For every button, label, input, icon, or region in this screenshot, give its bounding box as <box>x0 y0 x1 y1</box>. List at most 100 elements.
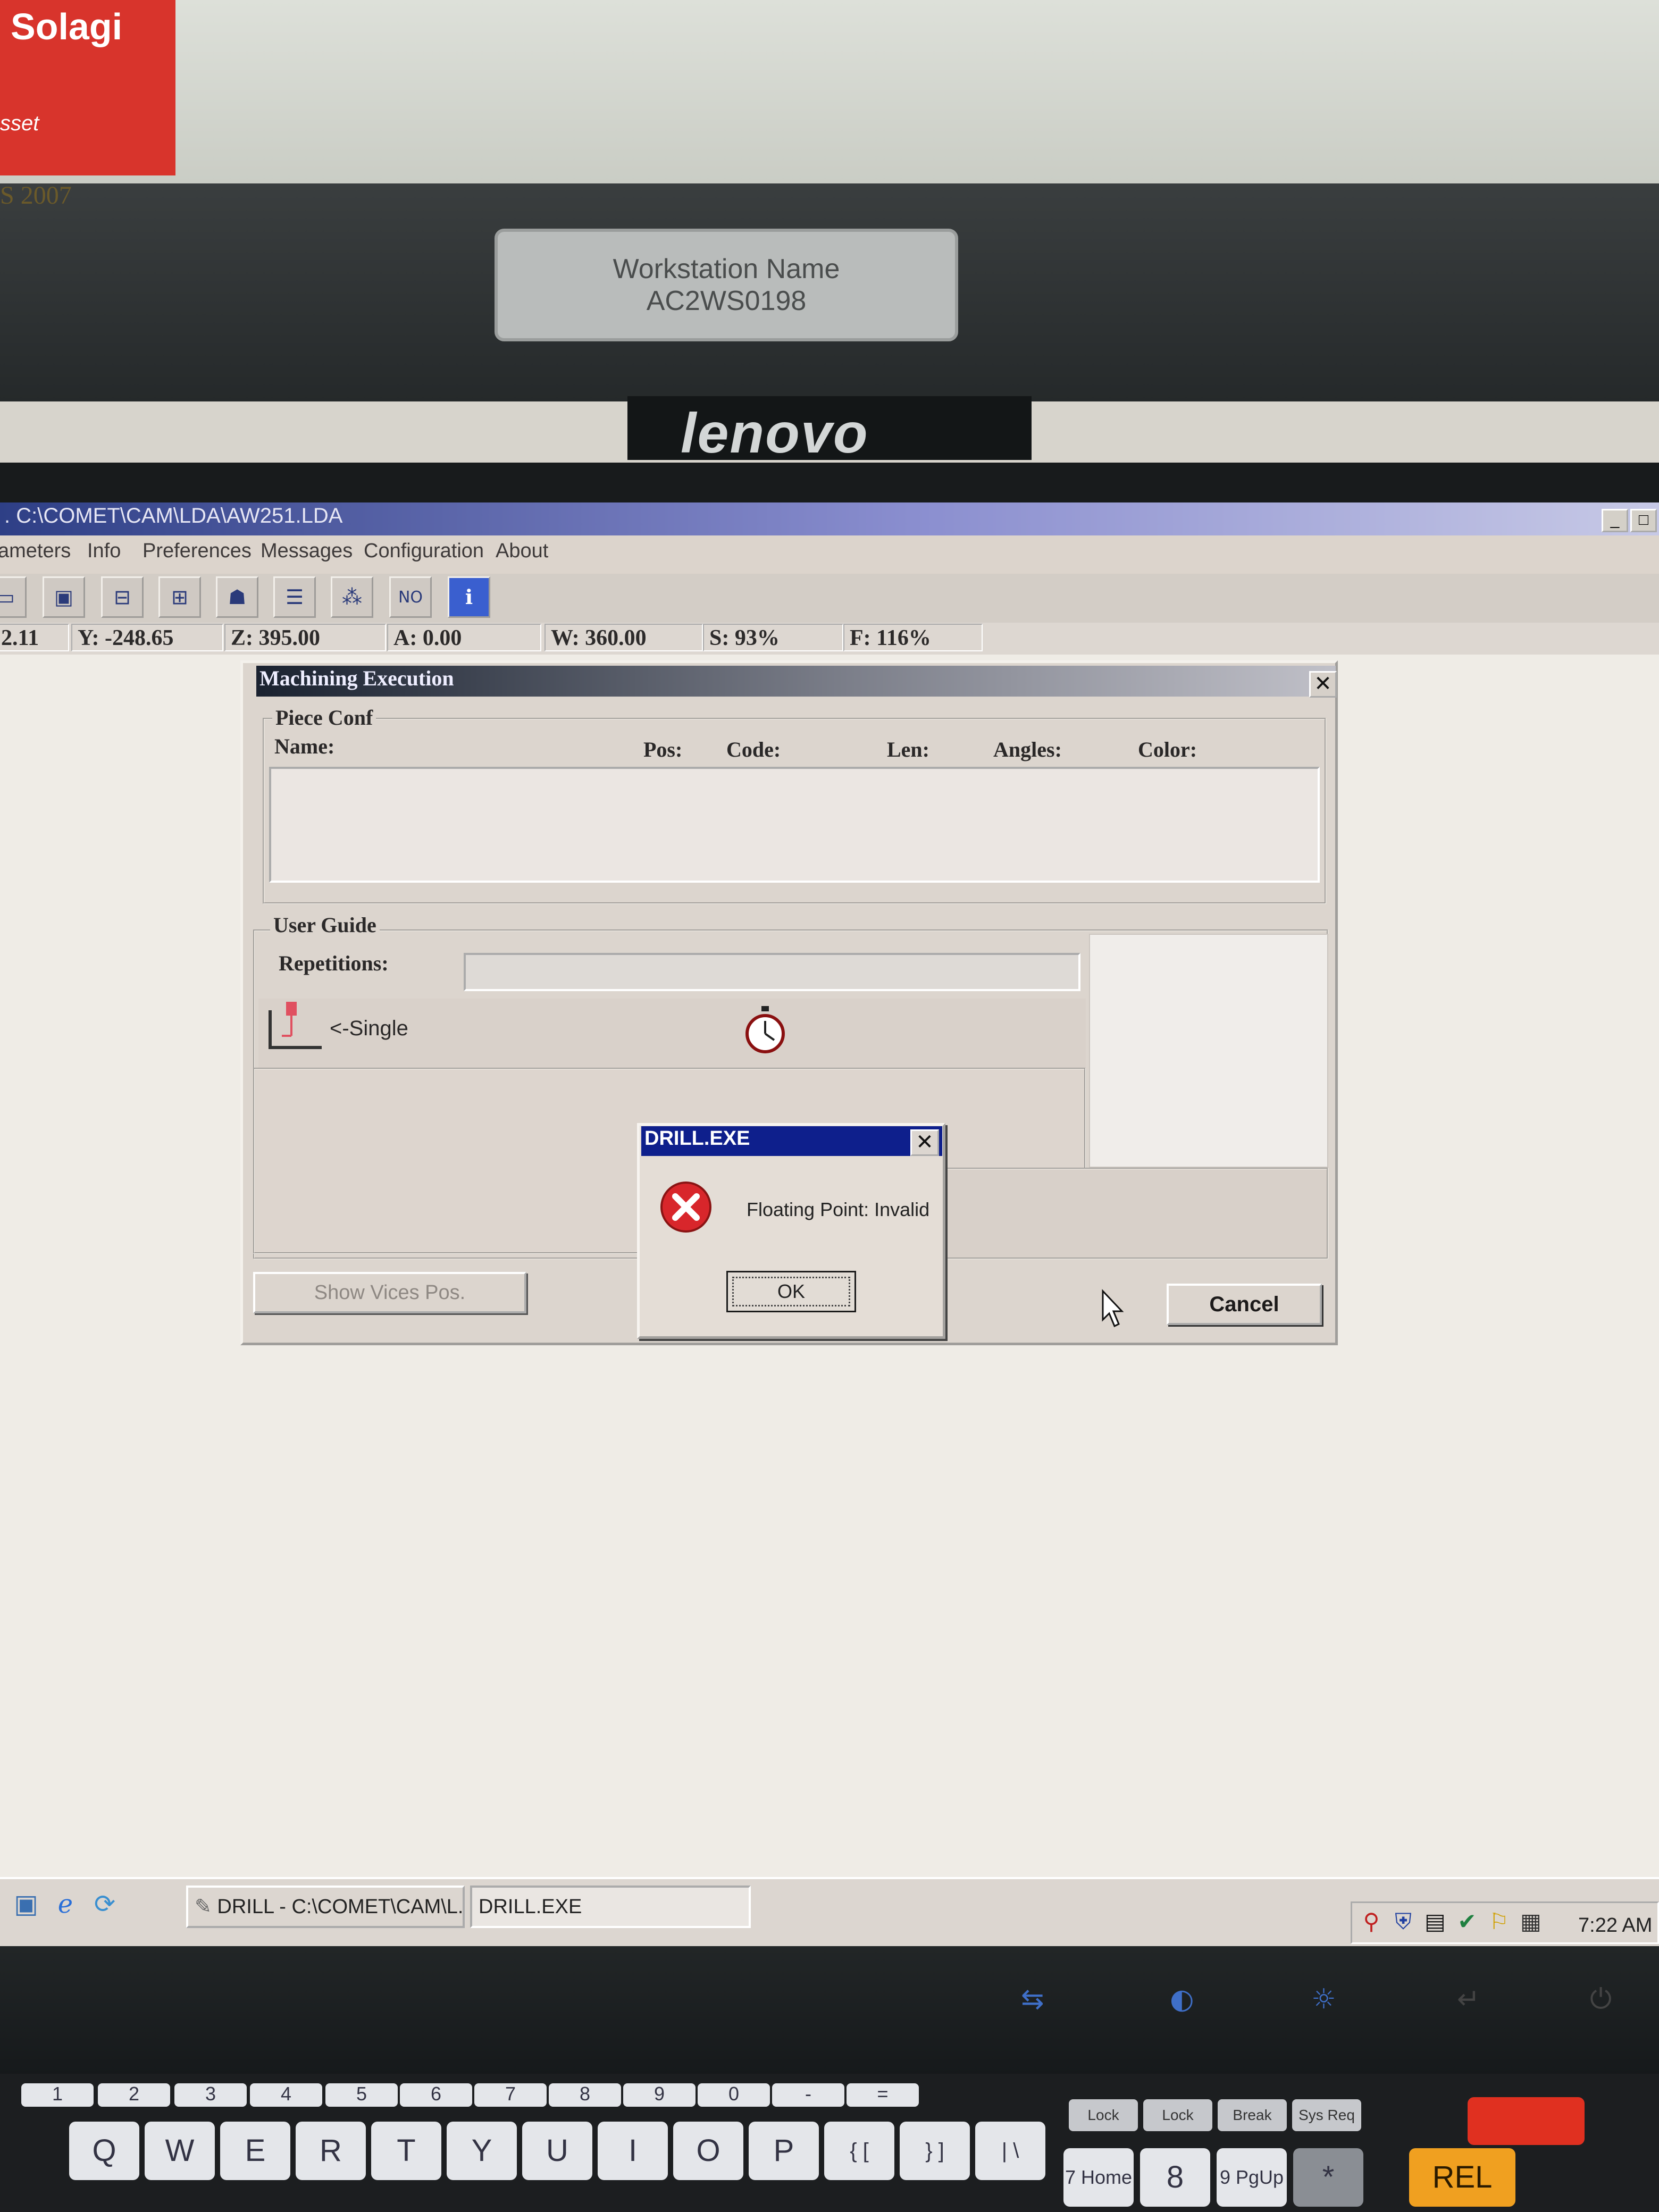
workstation-label-line2: AC2WS0198 <box>646 286 807 316</box>
key-left-bracket[interactable]: { [ <box>824 2122 894 2180</box>
key-8[interactable]: 8 <box>549 2083 621 2107</box>
column-color: Color: <box>1138 738 1197 761</box>
key-break[interactable]: Break <box>1218 2099 1287 2131</box>
mouse-cursor-icon <box>1102 1289 1124 1328</box>
key-p[interactable]: P <box>749 2122 819 2180</box>
tray-check-icon[interactable]: ✔ <box>1453 1907 1481 1938</box>
toolbar-machine-icon[interactable]: ⊞ <box>158 576 201 618</box>
key-y[interactable]: Y <box>447 2122 517 2180</box>
volume-icon[interactable]: ◐ <box>1170 1983 1194 2015</box>
drill-task-icon: ✎ <box>195 1896 217 1918</box>
key-9[interactable]: 9 <box>623 2083 696 2107</box>
emergency-button[interactable] <box>1468 2097 1585 2145</box>
display-switch-icon[interactable]: ⇆ <box>1021 1983 1044 2015</box>
menu-parameters[interactable]: ameters <box>0 540 71 563</box>
key-u[interactable]: U <box>522 2122 592 2180</box>
key-numpad-8[interactable]: 8 <box>1140 2148 1210 2207</box>
piece-list[interactable] <box>269 767 1320 883</box>
preview-panel <box>1089 934 1328 1168</box>
tray-network-icon[interactable]: ▦ <box>1516 1907 1545 1938</box>
key-numpad-multiply[interactable]: * <box>1293 2148 1363 2207</box>
key-right-bracket[interactable]: } ] <box>900 2122 970 2180</box>
key-q[interactable]: Q <box>69 2122 139 2180</box>
minimize-button[interactable]: _ <box>1602 509 1628 532</box>
monitor-frame <box>0 463 1659 505</box>
key-6[interactable]: 6 <box>400 2083 472 2107</box>
tray-shield-icon[interactable]: ⛨ <box>1389 1907 1418 1938</box>
speed-s: S: 93% <box>703 624 843 651</box>
toolbar-no-label: NO <box>398 588 423 607</box>
brightness-icon[interactable]: ☼ <box>1311 1983 1336 2015</box>
key-5[interactable]: 5 <box>325 2083 398 2107</box>
key-backslash[interactable]: | \ <box>975 2122 1045 2180</box>
message-close-icon[interactable]: ✕ <box>910 1129 939 1156</box>
piece-conf-label: Piece Conf <box>272 705 376 730</box>
close-icon[interactable]: ✕ <box>1309 671 1337 698</box>
key-r[interactable]: R <box>296 2122 366 2180</box>
show-vices-pos-button[interactable]: Show Vices Pos. <box>253 1272 526 1313</box>
menu-messages[interactable]: Messages <box>261 540 353 563</box>
key-2[interactable]: 2 <box>98 2083 170 2107</box>
column-pos: Pos: <box>643 738 683 761</box>
key-rel[interactable]: REL <box>1409 2148 1515 2207</box>
key-o[interactable]: O <box>673 2122 743 2180</box>
back-icon[interactable]: ↵ <box>1457 1983 1480 2015</box>
taskbar-drill-app[interactable]: ✎ DRILL - C:\COMET\CAM\L... <box>186 1886 465 1928</box>
repetitions-field[interactable] <box>464 953 1080 991</box>
workstation-label: Workstation Name AC2WS0198 <box>495 229 958 341</box>
key-sys-req[interactable]: Sys Req <box>1292 2099 1361 2131</box>
single-cycle-icon[interactable] <box>266 1000 324 1053</box>
key-numpad-9[interactable]: 9 PgUp <box>1217 2148 1287 2207</box>
sticker-subtext: sset <box>0 112 39 135</box>
cancel-button[interactable]: Cancel <box>1167 1284 1322 1325</box>
sync-icon[interactable]: ⟳ <box>88 1888 121 1921</box>
menu-about[interactable]: About <box>496 540 548 563</box>
ok-button[interactable]: OK <box>726 1271 856 1312</box>
app-title: . C:\COMET\CAM\LDA\AW251.LDA <box>4 504 343 527</box>
key-0[interactable]: 0 <box>698 2083 770 2107</box>
key-t[interactable]: T <box>371 2122 441 2180</box>
toolbar-operator-icon[interactable]: ☗ <box>216 576 258 618</box>
bezel-edge-text: S 2007 <box>0 181 72 210</box>
taskbar-drill-exe[interactable]: DRILL.EXE <box>470 1886 751 1928</box>
column-len: Len: <box>887 738 929 761</box>
toolbar-info-icon[interactable]: ℹ <box>448 576 490 618</box>
key-i[interactable]: I <box>598 2122 668 2180</box>
workstation-label-line1: Workstation Name <box>613 254 840 284</box>
tray-search-icon[interactable]: ⚲ <box>1357 1907 1386 1938</box>
key-4[interactable]: 4 <box>250 2083 322 2107</box>
tray-dc-icon[interactable]: ▤ <box>1421 1907 1449 1938</box>
tray-runner-icon[interactable]: ⚐ <box>1485 1907 1513 1938</box>
toolbar-drill-icon[interactable]: ⁂ <box>331 576 373 618</box>
message-box-title: DRILL.EXE <box>644 1127 750 1150</box>
internet-explorer-icon[interactable]: ℯ <box>49 1888 82 1921</box>
key-e[interactable]: E <box>220 2122 290 2180</box>
coord-x: 2.11 <box>0 624 69 651</box>
menu-info[interactable]: Info <box>87 540 121 563</box>
key-7[interactable]: 7 <box>474 2083 547 2107</box>
toolbar-list-icon[interactable]: ☰ <box>273 576 316 618</box>
maximize-button[interactable]: □ <box>1630 509 1657 532</box>
toolbar-open-icon[interactable]: ▭ <box>0 576 27 618</box>
wall-background <box>0 0 1659 191</box>
column-name: Name: <box>274 734 335 758</box>
coord-y: Y: -248.65 <box>71 624 223 651</box>
key-minus[interactable]: - <box>772 2083 844 2107</box>
toolbar-piece-icon[interactable]: ⊟ <box>101 576 144 618</box>
key-equals[interactable]: = <box>847 2083 919 2107</box>
user-guide-side-panel <box>941 1168 1328 1259</box>
key-num-lock[interactable]: Lock <box>1069 2099 1138 2131</box>
key-1[interactable]: 1 <box>21 2083 94 2107</box>
toolbar-no-icon[interactable]: NO <box>389 576 432 618</box>
key-scroll-lock[interactable]: Lock <box>1143 2099 1212 2131</box>
key-3[interactable]: 3 <box>174 2083 247 2107</box>
menu-preferences[interactable]: Preferences <box>143 540 252 563</box>
power-icon[interactable]: ⏻ <box>1590 1983 1612 2016</box>
taskbar-drill-app-label: DRILL - C:\COMET\CAM\L... <box>217 1896 465 1918</box>
asset-sticker: Solagi sset <box>0 0 175 175</box>
show-desktop-icon[interactable]: ▣ <box>10 1888 43 1921</box>
toolbar-save-icon[interactable]: ▣ <box>43 576 85 618</box>
key-numpad-7[interactable]: 7 Home <box>1063 2148 1134 2207</box>
key-w[interactable]: W <box>145 2122 215 2180</box>
menu-configuration[interactable]: Configuration <box>364 540 484 563</box>
